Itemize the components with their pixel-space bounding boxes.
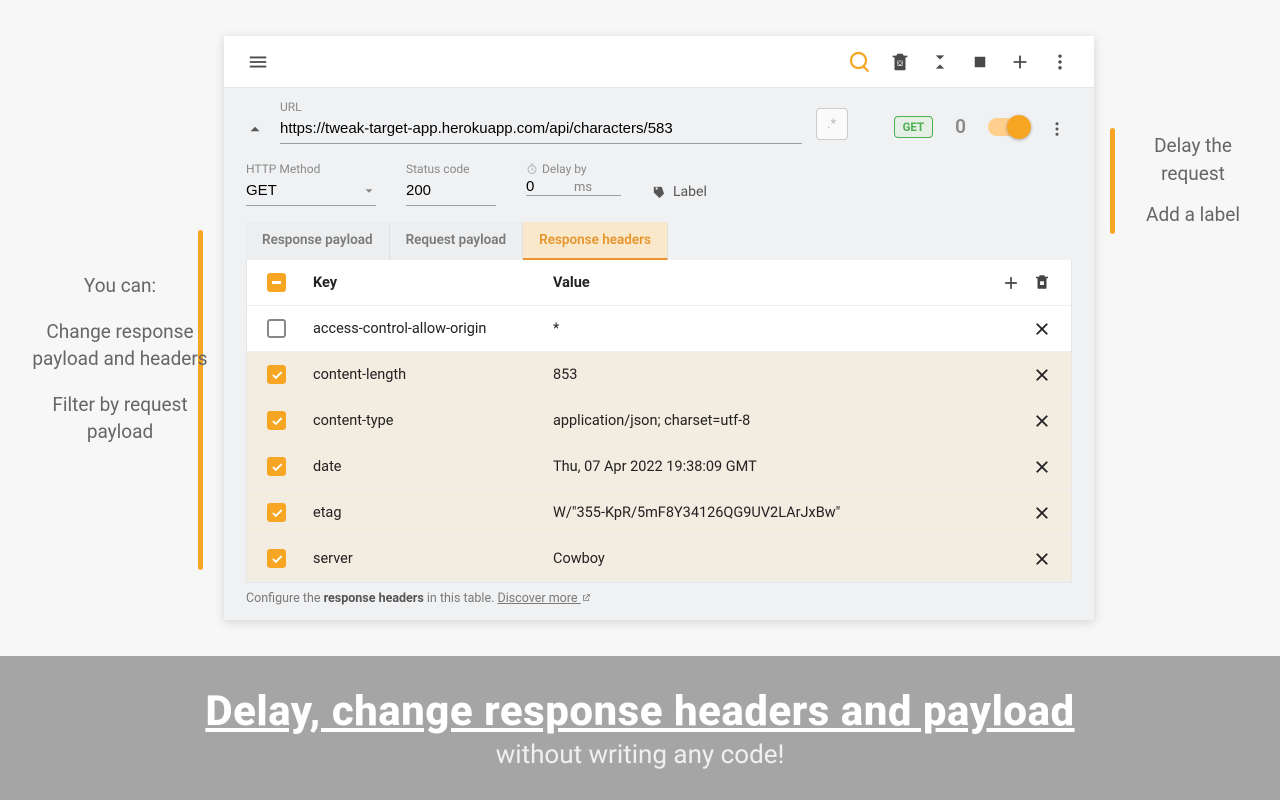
row-delete-icon[interactable]	[1033, 412, 1051, 430]
add-header-icon[interactable]	[1001, 273, 1021, 293]
http-method-label: HTTP Method	[246, 162, 376, 176]
left-annotation: You can: Change response payload and hea…	[30, 272, 210, 446]
table-row: content-typeapplication/json; charset=ut…	[247, 398, 1071, 444]
bottom-banner: Delay, change response headers and paylo…	[0, 656, 1280, 800]
tabs: Response payload Request payload Respons…	[246, 222, 1072, 260]
row-key: server	[313, 550, 553, 567]
select-all-checkbox[interactable]	[267, 273, 286, 292]
delay-input[interactable]	[526, 178, 556, 195]
row-checkbox[interactable]	[267, 319, 286, 338]
row-delete-icon[interactable]	[1033, 458, 1051, 476]
rule-more-icon[interactable]	[1042, 120, 1072, 138]
delay-unit: ms	[574, 180, 592, 195]
menu-icon[interactable]	[238, 42, 278, 82]
regex-toggle[interactable]: .*	[816, 108, 848, 140]
row-checkbox[interactable]	[267, 411, 286, 430]
delete-headers-icon[interactable]	[1033, 273, 1051, 293]
http-method-select[interactable]	[246, 178, 376, 206]
table-row: access-control-allow-origin*	[247, 306, 1071, 352]
row-checkbox[interactable]	[267, 365, 286, 384]
rule-body: URL .* GET 0 HTTP Method	[224, 88, 1094, 620]
tab-response-payload[interactable]: Response payload	[246, 222, 390, 260]
right-accent-bar	[1110, 128, 1115, 234]
left-anno-p1: Change response payload and headers	[30, 318, 210, 373]
delete-all-icon[interactable]	[880, 42, 920, 82]
main-panel: URL .* GET 0 HTTP Method	[224, 36, 1094, 620]
search-icon[interactable]	[840, 42, 880, 82]
status-code-input[interactable]	[406, 178, 496, 206]
stop-icon[interactable]	[960, 42, 1000, 82]
toolbar	[224, 36, 1094, 88]
enable-toggle[interactable]	[988, 118, 1028, 136]
left-anno-intro: You can:	[30, 272, 210, 300]
row-value: 853	[553, 366, 991, 383]
method-chip: GET	[894, 116, 934, 138]
right-anno-p1: Delay the request	[1128, 132, 1258, 187]
status-code-label: Status code	[406, 162, 496, 176]
banner-sub: without writing any code!	[496, 740, 785, 770]
url-label: URL	[280, 100, 802, 114]
row-delete-icon[interactable]	[1033, 504, 1051, 522]
chevron-down-icon	[362, 184, 376, 198]
left-anno-p2: Filter by request payload	[30, 391, 210, 446]
hit-count: 0	[955, 115, 966, 138]
more-icon[interactable]	[1040, 42, 1080, 82]
row-delete-icon[interactable]	[1033, 550, 1051, 568]
banner-headline: Delay, change response headers and paylo…	[205, 687, 1074, 736]
url-input[interactable]	[280, 116, 802, 144]
row-value: W/"355-KpR/5mF8Y34126QG9UV2LArJxBw"	[553, 504, 991, 521]
table-row: dateThu, 07 Apr 2022 19:38:09 GMT	[247, 444, 1071, 490]
row-value: application/json; charset=utf-8	[553, 412, 991, 429]
right-anno-p2: Add a label	[1128, 201, 1258, 229]
collapse-chevron-icon[interactable]	[246, 120, 266, 138]
row-key: content-length	[313, 366, 553, 383]
headers-table: Key Value access-control-allow-origin*co…	[246, 260, 1072, 583]
label-field[interactable]: Label	[651, 178, 707, 206]
table-row: serverCowboy	[247, 536, 1071, 582]
table-row: content-length853	[247, 352, 1071, 398]
row-value: Thu, 07 Apr 2022 19:38:09 GMT	[553, 458, 991, 475]
row-key: etag	[313, 504, 553, 521]
row-checkbox[interactable]	[267, 457, 286, 476]
tab-request-payload[interactable]: Request payload	[390, 222, 524, 260]
discover-more-link[interactable]: Discover more	[497, 591, 590, 606]
row-delete-icon[interactable]	[1033, 320, 1051, 338]
row-key: access-control-allow-origin	[313, 320, 553, 337]
col-header-value: Value	[553, 274, 991, 291]
row-key: date	[313, 458, 553, 475]
col-header-key: Key	[313, 274, 553, 291]
label-field-text: Label	[673, 184, 707, 200]
row-key: content-type	[313, 412, 553, 429]
row-checkbox[interactable]	[267, 503, 286, 522]
footnote: Configure the response headers in this t…	[246, 583, 1072, 610]
delay-label: Delay by	[526, 162, 621, 176]
right-annotation: Delay the request Add a label	[1128, 132, 1258, 229]
collapse-all-icon[interactable]	[920, 42, 960, 82]
add-icon[interactable]	[1000, 42, 1040, 82]
row-value: Cowboy	[553, 550, 991, 567]
table-row: etagW/"355-KpR/5mF8Y34126QG9UV2LArJxBw"	[247, 490, 1071, 536]
row-value: *	[553, 320, 991, 337]
row-checkbox[interactable]	[267, 549, 286, 568]
tab-response-headers[interactable]: Response headers	[523, 222, 668, 260]
row-delete-icon[interactable]	[1033, 366, 1051, 384]
